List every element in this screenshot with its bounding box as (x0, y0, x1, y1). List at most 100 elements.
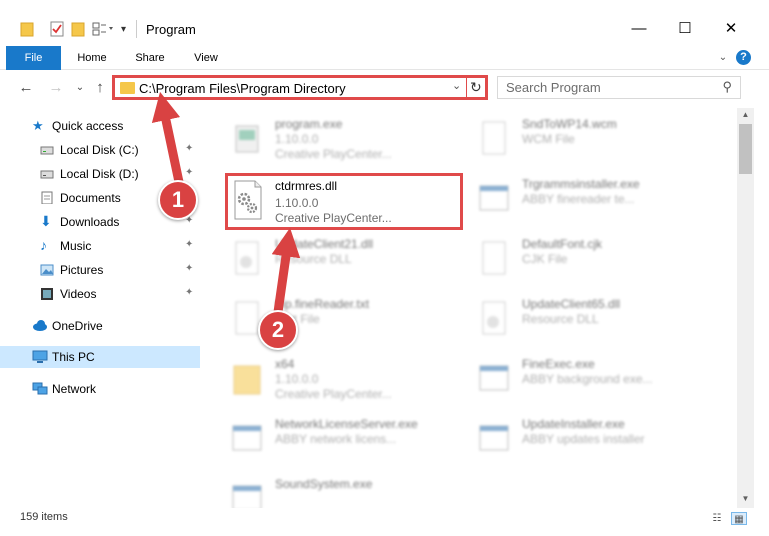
help-icon[interactable]: ? (736, 50, 751, 65)
file-name: SndToWP14.wcm (522, 117, 617, 131)
file-description: ABBY finereader te... (522, 192, 635, 206)
address-bar[interactable]: C:\Program Files\Program Directory ⌄ ↻ (112, 75, 488, 100)
sidebar-item-label: Local Disk (C:) (60, 143, 139, 157)
sidebar-item-label: Quick access (52, 119, 124, 133)
cloud-icon (32, 319, 47, 332)
sidebar-item-label: Network (52, 382, 97, 396)
file-item[interactable]: program.exe 1.10.0.0 Creative PlayCenter… (225, 112, 465, 168)
details-view-icon[interactable]: ☷ (709, 512, 725, 525)
scroll-thumb[interactable] (739, 124, 752, 174)
file-name: UpdateClient65.dll (522, 297, 621, 311)
sidebar-item-label: Documents (60, 191, 121, 205)
tab-file[interactable]: File (6, 46, 61, 70)
properties-icon[interactable] (50, 21, 64, 37)
sidebar-item-network[interactable]: Network (0, 378, 200, 400)
file-version: 1.10.0.0 (275, 372, 319, 386)
file-version: 1.10.0.0 (275, 132, 319, 146)
forward-button[interactable]: → (46, 78, 66, 98)
dll-file-icon (230, 238, 264, 280)
pictures-icon (40, 263, 54, 276)
sidebar-item-quick-access[interactable]: ★ Quick access (0, 115, 200, 137)
tab-view[interactable]: View (184, 46, 228, 70)
executable-icon (477, 178, 511, 220)
folder-icon[interactable] (20, 21, 34, 37)
sidebar-item-label: This PC (52, 350, 95, 364)
file-list[interactable]: program.exe 1.10.0.0 Creative PlayCenter… (200, 108, 737, 508)
executable-icon (477, 418, 511, 460)
file-type: WCM File (522, 132, 575, 146)
tab-share[interactable]: Share (128, 46, 172, 70)
file-description: Creative PlayCenter... (275, 387, 392, 401)
customize-view-icon[interactable] (92, 21, 113, 37)
file-item[interactable]: FineExec.exe ABBY background exe... (472, 352, 712, 408)
pin-icon[interactable]: ✦ (185, 263, 193, 274)
back-button[interactable]: ← (16, 78, 36, 98)
search-input[interactable] (506, 79, 716, 96)
file-item[interactable]: UpdateInstaller.exe ABBY updates install… (472, 412, 712, 468)
executable-icon (230, 418, 264, 460)
file-name: UpdateInstaller.exe (522, 417, 625, 431)
file-item[interactable]: SndToWP14.wcm WCM File (472, 112, 712, 168)
file-description: ABBY updates installer (522, 432, 645, 446)
folder-icon (230, 358, 264, 400)
file-item[interactable]: DefaultFont.cjk CJK File (472, 232, 712, 288)
sidebar-item-pictures[interactable]: Pictures ✦ (0, 259, 200, 281)
scroll-down-icon[interactable]: ▼ (737, 492, 754, 506)
file-item[interactable]: x64 1.10.0.0 Creative PlayCenter... (225, 352, 465, 408)
ribbon-expand-icon[interactable]: ⌄ (716, 51, 730, 65)
file-item[interactable]: SoundSystem.exe (225, 472, 465, 508)
sidebar-item-videos[interactable]: Videos ✦ (0, 283, 200, 305)
file-type: Resource DLL (522, 312, 599, 326)
pin-icon[interactable]: ✦ (185, 287, 193, 298)
file-item[interactable]: NetworkLicenseServer.exe ABBY network li… (225, 412, 465, 468)
sidebar-item-local-disk-c[interactable]: Local Disk (C:) ✦ (0, 139, 200, 161)
step-1-badge: 1 (158, 180, 198, 220)
vertical-scrollbar[interactable]: ▲ ▼ (737, 108, 754, 508)
new-folder-icon[interactable] (71, 21, 85, 37)
address-dropdown-icon[interactable]: ⌄ (452, 79, 461, 92)
close-button[interactable]: ✕ (708, 14, 754, 44)
up-button[interactable]: ↑ (90, 78, 110, 98)
file-description: ABBY network licens... (275, 432, 397, 446)
sidebar-item-music[interactable]: ♪ Music ✦ (0, 235, 200, 257)
minimize-button[interactable]: — (616, 14, 662, 44)
pin-icon[interactable]: ✦ (185, 239, 193, 250)
executable-icon (477, 358, 511, 400)
search-icon[interactable]: ⚲ (722, 79, 732, 95)
ribbon-tabs: File Home Share View ⌄ ? (0, 46, 769, 70)
file-item[interactable]: UpdateClient65.dll Resource DLL (472, 292, 712, 348)
search-box[interactable]: ⚲ (497, 76, 741, 99)
file-item[interactable]: ctdrmres.dll 1.10.0.0 Creative PlayCente… (228, 176, 460, 227)
navigation-bar: ← → ⌄ ↑ C:\Program Files\Program Directo… (0, 72, 769, 104)
scroll-up-icon[interactable]: ▲ (737, 108, 754, 122)
file-description: Creative PlayCenter... (275, 211, 392, 225)
file-version: 1.10.0.0 (275, 196, 319, 210)
window-title: Program (146, 22, 196, 37)
file-item[interactable]: Trgrammsinstaller.exe ABBY finereader te… (472, 172, 712, 228)
file-icon (477, 118, 511, 160)
address-divider (466, 75, 467, 100)
sidebar-item-onedrive[interactable]: OneDrive (0, 315, 200, 337)
highlighted-file-ctdrmres[interactable]: ctdrmres.dll 1.10.0.0 Creative PlayCente… (225, 173, 463, 230)
pin-icon[interactable]: ✦ (185, 143, 193, 154)
quick-access-dropdown-icon[interactable]: ▾ (121, 24, 135, 40)
file-name: trip.fineReader.txt (275, 297, 370, 311)
sidebar-item-label: Local Disk (D:) (60, 167, 139, 181)
maximize-button[interactable]: ☐ (662, 14, 708, 44)
drive-icon (40, 143, 54, 156)
file-name: SoundSystem.exe (275, 477, 373, 491)
file-name: FineExec.exe (522, 357, 595, 371)
tab-home[interactable]: Home (70, 46, 114, 70)
refresh-icon[interactable]: ↻ (470, 79, 482, 96)
recent-locations-button[interactable]: ⌄ (70, 78, 90, 98)
dll-file-icon (477, 298, 511, 340)
sidebar-item-this-pc[interactable]: This PC (0, 346, 200, 368)
star-icon: ★ (32, 118, 44, 133)
music-icon: ♪ (40, 237, 47, 253)
executable-icon (230, 478, 264, 508)
file-item[interactable]: UpdateClient21.dll Resource DLL (225, 232, 465, 288)
address-path[interactable]: C:\Program Files\Program Directory (139, 81, 346, 96)
file-name: NetworkLicenseServer.exe (275, 417, 418, 431)
pin-icon[interactable]: ✦ (185, 167, 193, 178)
large-icons-view-icon[interactable]: ▦ (731, 512, 747, 525)
